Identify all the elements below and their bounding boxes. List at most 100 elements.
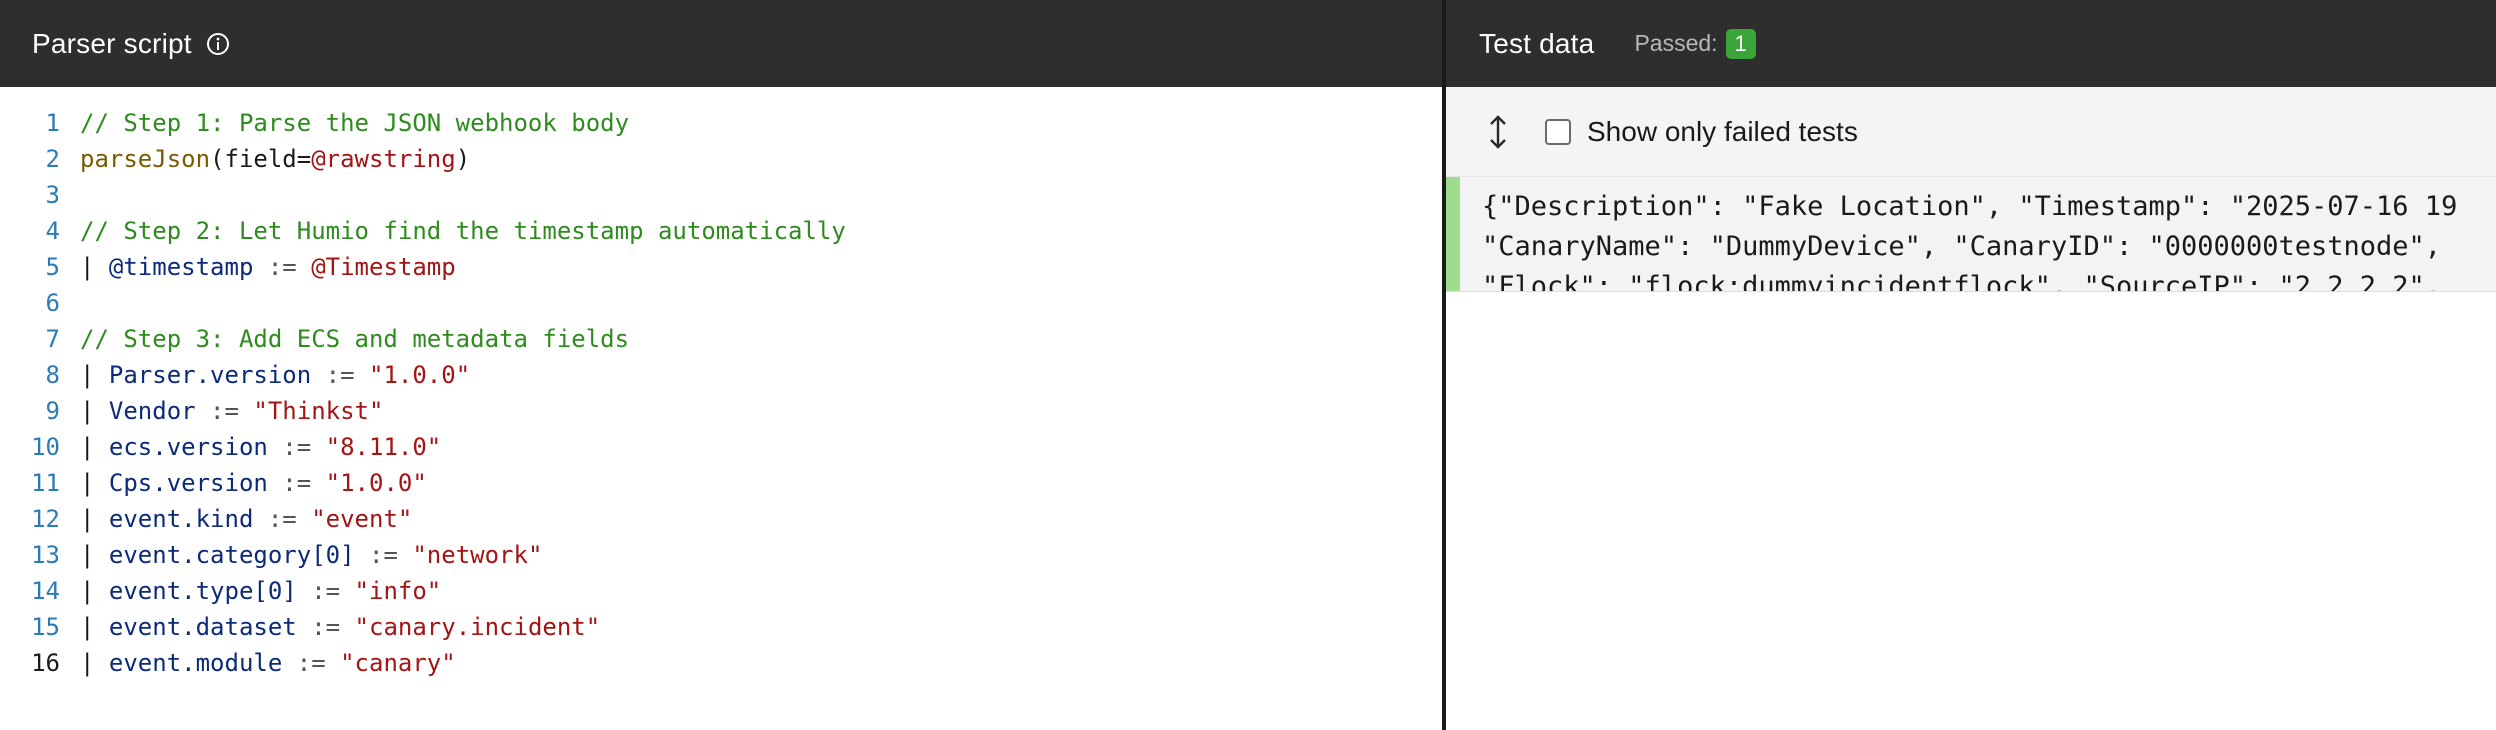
code-line[interactable]: 1 // Step 1: Parse the JSON webhook body: [0, 105, 1442, 141]
code-token: event.kind: [108, 505, 254, 533]
code-token: "1.0.0": [369, 361, 471, 389]
code-line[interactable]: 10 | ecs.version := "8.11.0": [0, 429, 1442, 465]
code-text: | ecs.version := "8.11.0": [60, 429, 441, 465]
code-token: parseJson: [80, 145, 211, 173]
code-token: Parser.version: [108, 361, 312, 389]
code-text: // Step 2: Let Humio find the timestamp …: [60, 213, 846, 249]
test-case-line: "Flock": "flock:dummyincidentflock", "So…: [1482, 271, 2442, 292]
code-line[interactable]: 16 | event.module := "canary": [0, 645, 1442, 681]
test-data-header: Test data Passed: 1: [1446, 0, 2496, 87]
code-token: |: [80, 469, 109, 497]
parser-script-title: Parser script: [32, 27, 192, 59]
code-line[interactable]: 5 | @timestamp := @Timestamp: [0, 249, 1442, 285]
code-token: event.category[0]: [108, 541, 355, 569]
code-line[interactable]: 9 | Vendor := "Thinkst": [0, 393, 1442, 429]
code-token: @Timestamp: [311, 253, 456, 281]
code-text: | @timestamp := @Timestamp: [60, 249, 456, 285]
code-line[interactable]: 15 | event.dataset := "canary.incident": [0, 609, 1442, 645]
code-token: :=: [354, 541, 413, 569]
code-token: |: [80, 361, 109, 389]
code-token: "network": [412, 541, 543, 569]
code-token: event.type[0]: [108, 577, 297, 605]
code-text: | event.category[0] := "network": [60, 537, 542, 573]
code-token: :=: [267, 433, 326, 461]
code-text: | event.module := "canary": [60, 645, 456, 681]
info-icon[interactable]: [204, 30, 232, 58]
code-line[interactable]: 8 | Parser.version := "1.0.0": [0, 357, 1442, 393]
sort-vertical-icon[interactable]: [1486, 112, 1510, 152]
code-token: :=: [195, 397, 254, 425]
code-token: |: [80, 505, 109, 533]
code-token: ecs.version: [108, 433, 268, 461]
passed-label: Passed:: [1634, 30, 1718, 56]
passed-count-badge: 1: [1725, 28, 1756, 59]
show-failed-checkbox[interactable]: [1545, 118, 1571, 145]
code-token: |: [80, 397, 109, 425]
test-case-line: {"Description": "Fake Location", "Timest…: [1482, 191, 2458, 222]
code-text: | Parser.version := "1.0.0": [60, 357, 470, 393]
line-number: 8: [45, 361, 60, 389]
parser-script-panel: Parser script 1 // Step 1: Parse the JSON…: [0, 0, 1442, 730]
line-number: 9: [45, 397, 60, 425]
code-line[interactable]: 3: [0, 177, 1442, 213]
code-token: "event": [311, 505, 413, 533]
code-line[interactable]: 4 // Step 2: Let Humio find the timestamp…: [0, 213, 1442, 249]
code-text: | event.dataset := "canary.incident": [60, 609, 600, 645]
code-token: event.dataset: [108, 613, 297, 641]
code-token: "canary": [340, 649, 456, 677]
line-number: 6: [45, 289, 60, 317]
code-text: parseJson(field=@rawstring): [60, 141, 470, 177]
code-line[interactable]: 11 | Cps.version := "1.0.0": [0, 465, 1442, 501]
line-number: 15: [31, 613, 60, 641]
code-token: ): [455, 145, 471, 173]
line-number: 3: [45, 181, 60, 209]
line-number: 13: [31, 541, 60, 569]
code-text: // Step 3: Add ECS and metadata fields: [60, 321, 629, 357]
code-token: :=: [253, 253, 312, 281]
code-token: |: [80, 577, 109, 605]
code-text: // Step 1: Parse the JSON webhook body: [60, 105, 629, 141]
line-number: 4: [45, 217, 60, 245]
line-number: 2: [45, 145, 60, 173]
line-number: 7: [45, 325, 60, 353]
code-token: "Thinkst": [253, 397, 384, 425]
code-token: "canary.incident": [354, 613, 601, 641]
code-line[interactable]: 14 | event.type[0] := "info": [0, 573, 1442, 609]
test-case-item[interactable]: {"Description": "Fake Location", "Timest…: [1446, 177, 2496, 292]
passed-status: Passed: 1: [1634, 28, 1756, 59]
code-token: Vendor: [108, 397, 196, 425]
line-number: 16: [31, 649, 60, 677]
test-case-content[interactable]: {"Description": "Fake Location", "Timest…: [1482, 187, 2458, 292]
code-token: // Step 1: Parse the JSON webhook body: [80, 109, 630, 137]
code-text: | event.type[0] := "info": [60, 573, 441, 609]
code-token: // Step 2: Let Humio find the timestamp …: [80, 217, 846, 245]
code-token: |: [80, 433, 109, 461]
code-text: | Vendor := "Thinkst": [60, 393, 383, 429]
code-line[interactable]: 6: [0, 285, 1442, 321]
code-token: :=: [253, 505, 312, 533]
code-token: "8.11.0": [325, 433, 442, 461]
code-token: |: [80, 253, 109, 281]
test-data-title: Test data: [1479, 27, 1595, 59]
code-token: (field=: [210, 145, 312, 173]
show-failed-label[interactable]: Show only failed tests: [1587, 116, 1858, 148]
test-pass-indicator: [1446, 177, 1460, 291]
code-token: event.module: [108, 649, 283, 677]
line-number: 10: [31, 433, 60, 461]
code-token: "info": [354, 577, 442, 605]
code-token: Cps.version: [108, 469, 268, 497]
code-editor[interactable]: 1 // Step 1: Parse the JSON webhook body 2…: [0, 87, 1442, 681]
code-line[interactable]: 7 // Step 3: Add ECS and metadata fields: [0, 321, 1442, 357]
parser-script-header: Parser script: [0, 0, 1442, 87]
line-number: 1: [45, 109, 60, 137]
code-line[interactable]: 13 | event.category[0] := "network": [0, 537, 1442, 573]
test-case-line: "CanaryName": "DummyDevice", "CanaryID":…: [1482, 231, 2442, 262]
test-toolbar: Show only failed tests: [1446, 87, 2496, 177]
code-token: "1.0.0": [325, 469, 427, 497]
code-line[interactable]: 2 parseJson(field=@rawstring): [0, 141, 1442, 177]
code-token: :=: [282, 649, 341, 677]
code-line[interactable]: 12 | event.kind := "event": [0, 501, 1442, 537]
code-token: :=: [296, 613, 355, 641]
